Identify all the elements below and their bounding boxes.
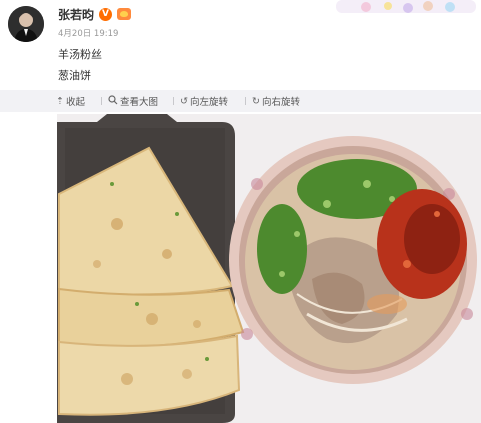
view-large-label: 查看大图 xyxy=(120,97,159,108)
author-name[interactable]: 张若昀 xyxy=(58,6,94,23)
food-photo-illustration xyxy=(57,114,481,423)
decorative-banner xyxy=(330,0,481,16)
rotate-right-label: 向右旋转 xyxy=(261,97,300,108)
user-avatar-icon xyxy=(8,6,44,42)
post-photo[interactable] xyxy=(57,114,481,423)
rotate-right-icon: ↻ xyxy=(252,95,260,107)
verified-v-badge-icon: V xyxy=(99,7,113,21)
collapse-button[interactable]: ⇡ 收起 xyxy=(56,94,85,109)
image-toolbar: ⇡ 收起 查看大图 ↺ 向左旋转 ↻ 向右旋转 xyxy=(0,90,481,112)
avatar[interactable] xyxy=(8,6,44,42)
post-text-line-1: 羊汤粉丝 xyxy=(58,48,102,61)
zoom-in-icon xyxy=(108,94,118,108)
toolbar-divider xyxy=(245,97,246,105)
rotate-left-icon: ↺ xyxy=(180,95,188,107)
collapse-label: 收起 xyxy=(65,97,85,108)
rotate-left-label: 向左旋转 xyxy=(189,97,228,108)
author-row: 张若昀 V xyxy=(58,6,132,23)
toolbar-divider xyxy=(173,97,174,105)
post-timestamp[interactable]: 4月20日 19:19 xyxy=(58,27,118,39)
vip-level-badge-icon xyxy=(117,8,132,20)
post-text-line-2: 葱油饼 xyxy=(58,69,91,82)
rotate-left-button[interactable]: ↺ 向左旋转 xyxy=(180,94,228,109)
rotate-right-button[interactable]: ↻ 向右旋转 xyxy=(252,94,300,109)
toolbar-divider xyxy=(101,97,102,105)
view-large-button[interactable]: 查看大图 xyxy=(108,94,158,108)
arrow-up-icon: ⇡ xyxy=(56,95,64,107)
